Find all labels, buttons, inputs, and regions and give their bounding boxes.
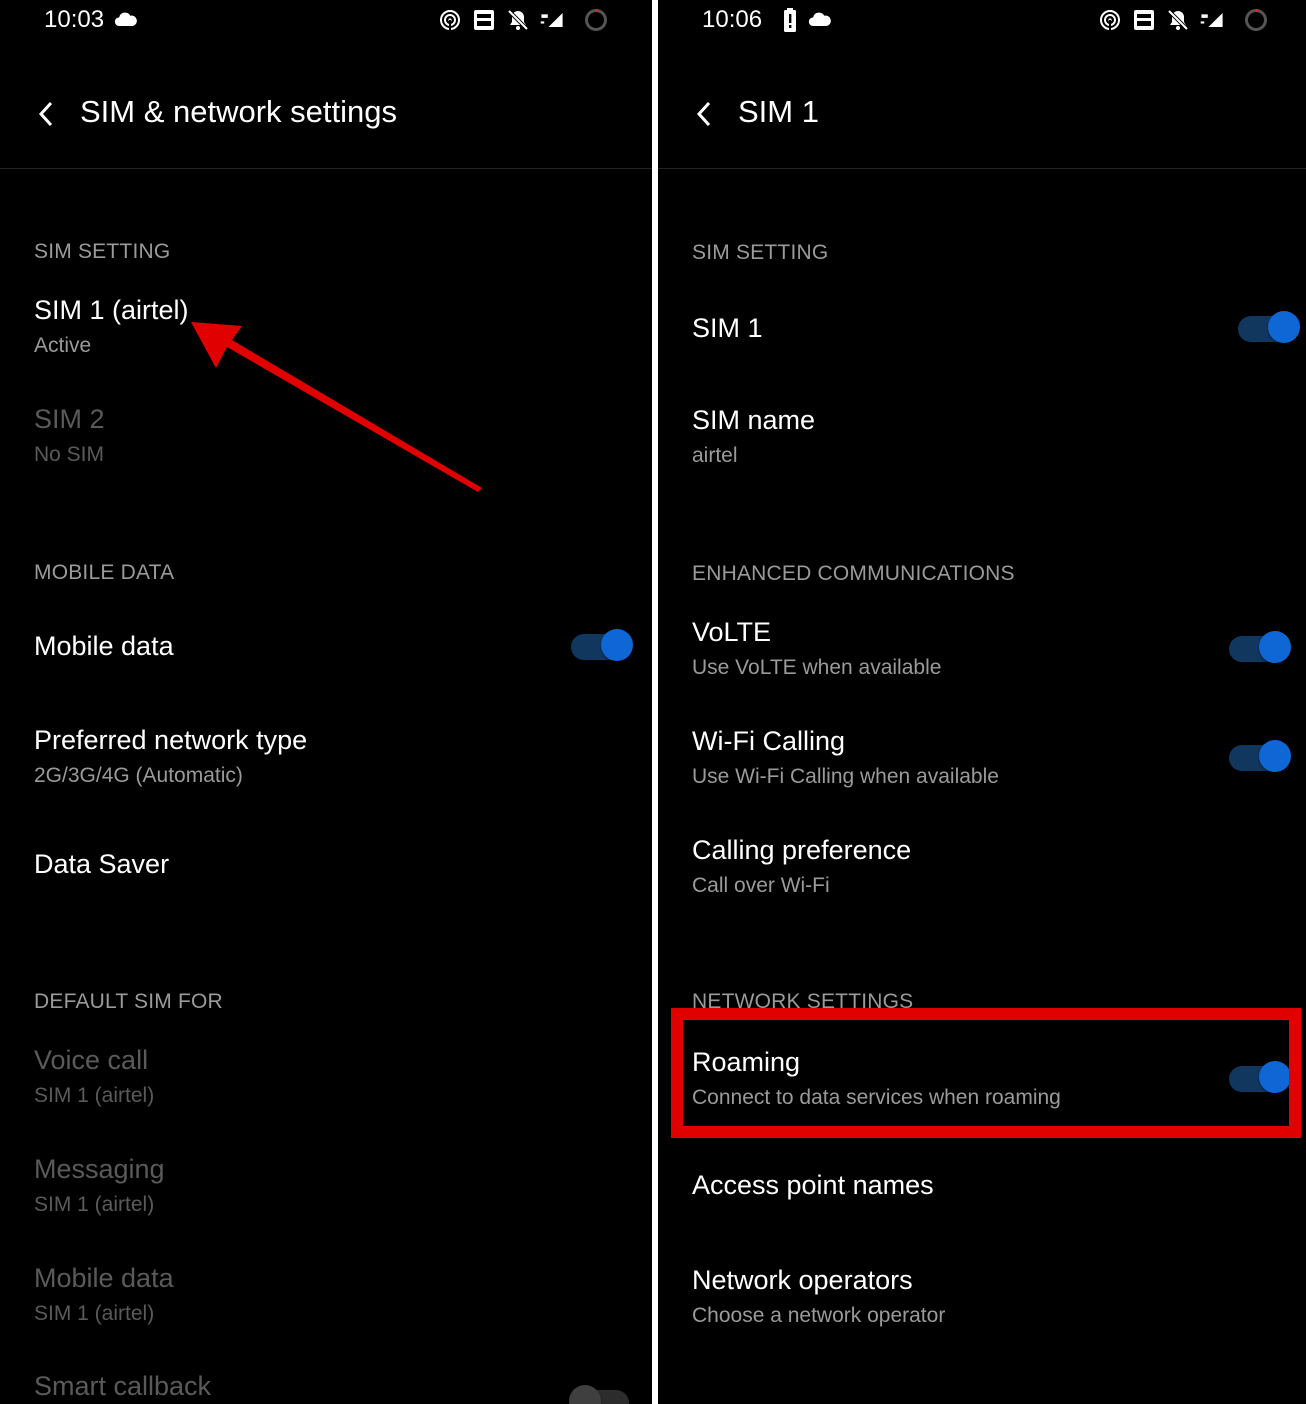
wifi-calling-subtitle: Use Wi-Fi Calling when available [692, 765, 999, 788]
toggle-knob [1259, 1061, 1291, 1093]
network-operators-item[interactable]: Network operators Choose a network opera… [692, 1265, 1286, 1328]
bell-off-icon [506, 8, 530, 32]
right-screen: 10:06 SIM 1 SIM SETTING SIM 1 SIM name a… [658, 0, 1306, 1404]
status-icons [1098, 6, 1268, 34]
sim2-title: SIM 2 [34, 404, 105, 434]
sim1-title: SIM 1 (airtel) [34, 295, 189, 325]
voice-call-title: Voice call [34, 1045, 149, 1075]
toggle-knob [601, 629, 633, 661]
sim1-status: Active [34, 334, 92, 357]
toggle-knob [1259, 740, 1291, 772]
sim2-item: SIM 2 No SIM [34, 404, 632, 467]
wifi-calling-item[interactable]: Wi-Fi Calling Use Wi-Fi Calling when ava… [692, 726, 1286, 789]
mobile-data-title: Mobile data [34, 631, 174, 661]
smart-callback-toggle[interactable] [569, 1385, 629, 1404]
preferred-network-type-item[interactable]: Preferred network type 2G/3G/4G (Automat… [34, 725, 632, 788]
bell-off-icon [1166, 8, 1190, 32]
sim2-status: No SIM [34, 443, 105, 466]
hotspot-icon [1098, 8, 1122, 32]
sim1-title: SIM 1 [692, 313, 763, 343]
messaging-title: Messaging [34, 1154, 165, 1184]
volte-icon [472, 8, 496, 32]
battery-alert-icon [778, 8, 796, 32]
calling-preference-item[interactable]: Calling preference Call over Wi-Fi [692, 835, 1286, 898]
voice-call-value: SIM 1 (airtel) [34, 1084, 155, 1107]
calling-preference-value: Call over Wi-Fi [692, 874, 830, 897]
cloud-icon [114, 8, 142, 32]
section-header-network: NETWORK SETTINGS [692, 990, 914, 1013]
signal-4g-icon [540, 8, 574, 32]
left-screen: 10:03 SIM & network settings SIM SETTING… [0, 0, 652, 1404]
battery-ring-icon [584, 8, 608, 32]
smart-callback-item: Smart callback [34, 1371, 632, 1402]
section-header-mobile-data: MOBILE DATA [34, 561, 175, 584]
status-icons [438, 6, 608, 34]
access-point-names-title: Access point names [692, 1170, 934, 1200]
network-operators-title: Network operators [692, 1265, 913, 1295]
status-time: 10:06 [702, 6, 763, 33]
section-header-default-sim: DEFAULT SIM FOR [34, 990, 223, 1013]
network-operators-subtitle: Choose a network operator [692, 1304, 946, 1327]
voice-call-item: Voice call SIM 1 (airtel) [34, 1045, 632, 1108]
roaming-subtitle: Connect to data services when roaming [692, 1086, 1061, 1109]
battery-ring-icon [1244, 8, 1268, 32]
sim1-item[interactable]: SIM 1 (airtel) Active [34, 295, 632, 358]
back-button[interactable] [688, 96, 720, 132]
default-mobile-data-title: Mobile data [34, 1263, 174, 1293]
volte-subtitle: Use VoLTE when available [692, 656, 942, 679]
sim1-toggle[interactable] [1238, 311, 1300, 343]
toggle-knob [1259, 631, 1291, 663]
volte-item[interactable]: VoLTE Use VoLTE when available [692, 617, 1286, 680]
roaming-item[interactable]: Roaming Connect to data services when ro… [692, 1047, 1286, 1110]
page-title: SIM & network settings [80, 94, 398, 129]
sim-name-title: SIM name [692, 405, 816, 435]
status-time: 10:03 [44, 6, 105, 33]
hotspot-icon [438, 8, 462, 32]
messaging-item: Messaging SIM 1 (airtel) [34, 1154, 632, 1217]
default-mobile-data-item: Mobile data SIM 1 (airtel) [34, 1263, 632, 1326]
data-saver-item[interactable]: Data Saver [34, 849, 632, 880]
access-point-names-item[interactable]: Access point names [692, 1170, 1286, 1201]
page-title: SIM 1 [738, 94, 819, 129]
roaming-title: Roaming [692, 1047, 801, 1077]
sim1-item[interactable]: SIM 1 [692, 313, 1286, 344]
volte-toggle[interactable] [1229, 631, 1291, 663]
toggle-knob [569, 1385, 601, 1404]
wifi-calling-title: Wi-Fi Calling [692, 726, 846, 756]
wifi-calling-toggle[interactable] [1229, 740, 1291, 772]
default-mobile-data-value: SIM 1 (airtel) [34, 1302, 155, 1325]
chevron-left-icon [38, 101, 53, 127]
back-button[interactable] [30, 96, 62, 132]
toggle-knob [1268, 311, 1300, 343]
title-bar: SIM 1 [658, 60, 1306, 169]
chevron-left-icon [696, 101, 711, 127]
roaming-toggle[interactable] [1229, 1061, 1291, 1093]
section-header-sim-setting: SIM SETTING [34, 240, 171, 263]
preferred-network-type-title: Preferred network type [34, 725, 308, 755]
messaging-value: SIM 1 (airtel) [34, 1193, 155, 1216]
mobile-data-toggle[interactable] [571, 629, 633, 661]
section-header-enhanced: ENHANCED COMMUNICATIONS [692, 562, 1015, 585]
title-bar: SIM & network settings [0, 60, 652, 169]
data-saver-title: Data Saver [34, 849, 170, 879]
preferred-network-type-value: 2G/3G/4G (Automatic) [34, 764, 243, 787]
signal-4g-icon [1200, 8, 1234, 32]
volte-icon [1132, 8, 1156, 32]
sim-name-value: airtel [692, 444, 738, 467]
mobile-data-item[interactable]: Mobile data [34, 631, 632, 662]
section-header-sim-setting: SIM SETTING [692, 241, 829, 264]
cloud-icon [808, 8, 836, 32]
sim-name-item[interactable]: SIM name airtel [692, 405, 1286, 468]
smart-callback-title: Smart callback [34, 1371, 212, 1401]
calling-preference-title: Calling preference [692, 835, 912, 865]
volte-title: VoLTE [692, 617, 772, 647]
